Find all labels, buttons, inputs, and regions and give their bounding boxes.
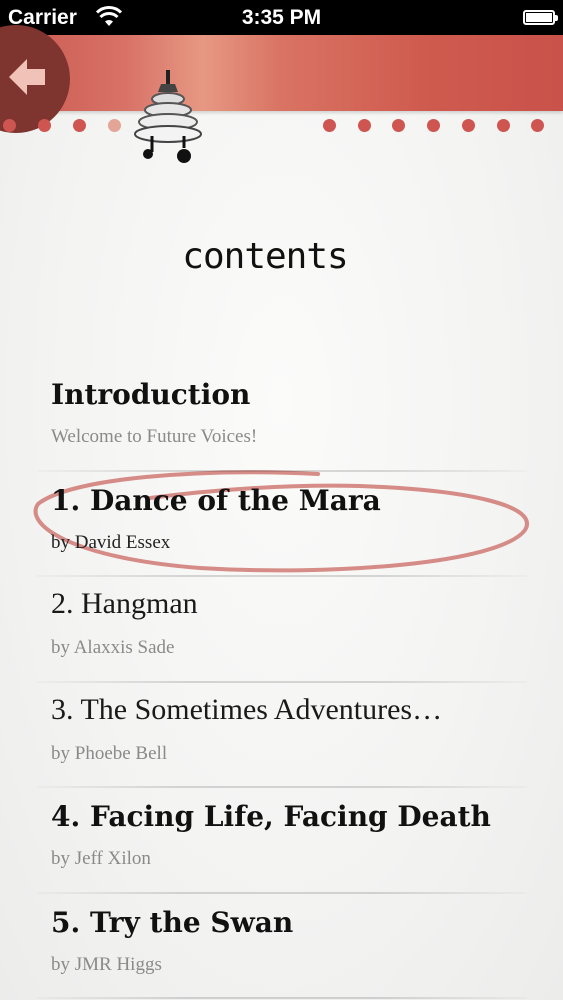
decor-dot [427, 119, 440, 132]
decor-dot [497, 119, 510, 132]
decor-dot [358, 119, 371, 132]
divider [37, 997, 527, 999]
item-subtitle: by JMR Higgs [51, 953, 162, 975]
clock: 3:35 PM [241, 6, 322, 29]
toc-item-3[interactable]: 3. The Sometimes Adventures… by Phoebe B… [37, 683, 527, 788]
item-subtitle: by Phoebe Bell [51, 742, 168, 764]
back-button[interactable] [0, 25, 70, 133]
decor-dot [392, 119, 405, 132]
app-screen: Carrier 3:35 PM contents Introduction We… [0, 0, 563, 1000]
toc-item-4[interactable]: 4. Facing Life, Facing Death by Jeff Xil… [37, 788, 527, 894]
toc-item-2[interactable]: 2. Hangman by Alaxxis Sade [37, 577, 527, 683]
toc-list: Introduction Welcome to Future Voices! 1… [37, 366, 527, 999]
item-title: 3. The Sometimes Adventures… [51, 692, 443, 726]
toc-item-5[interactable]: 5. Try the Swan by JMR Higgs [37, 894, 527, 999]
item-title: 2. Hangman [51, 587, 198, 620]
status-bar: Carrier 3:35 PM [0, 0, 563, 35]
item-title: 4. Facing Life, Facing Death [51, 800, 491, 833]
item-subtitle: Welcome to Future Voices! [51, 426, 258, 447]
decor-dot [3, 119, 16, 132]
decor-dot [462, 119, 475, 132]
item-subtitle: by Jeff Xilon [51, 848, 151, 869]
decor-dot [108, 119, 121, 132]
decor-dot [323, 119, 336, 132]
toc-item-introduction[interactable]: Introduction Welcome to Future Voices! [37, 366, 527, 472]
hanging-lamp-icon [134, 70, 202, 163]
decor-dot [38, 119, 51, 132]
item-title: 1. Dance of the Mara [51, 483, 381, 517]
page-title: contents [182, 236, 348, 277]
item-subtitle: by David Essex [51, 531, 171, 553]
item-title: Introduction [51, 378, 251, 411]
item-subtitle: by Alaxxis Sade [51, 637, 175, 658]
toc-item-1[interactable]: 1. Dance of the Mara by David Essex [37, 472, 527, 577]
battery-icon [523, 10, 558, 25]
back-arrow-icon [9, 59, 45, 95]
item-title: 5. Try the Swan [51, 905, 294, 939]
decor-dot [73, 119, 86, 132]
decor-dot [531, 119, 544, 132]
header-bar [0, 25, 563, 163]
